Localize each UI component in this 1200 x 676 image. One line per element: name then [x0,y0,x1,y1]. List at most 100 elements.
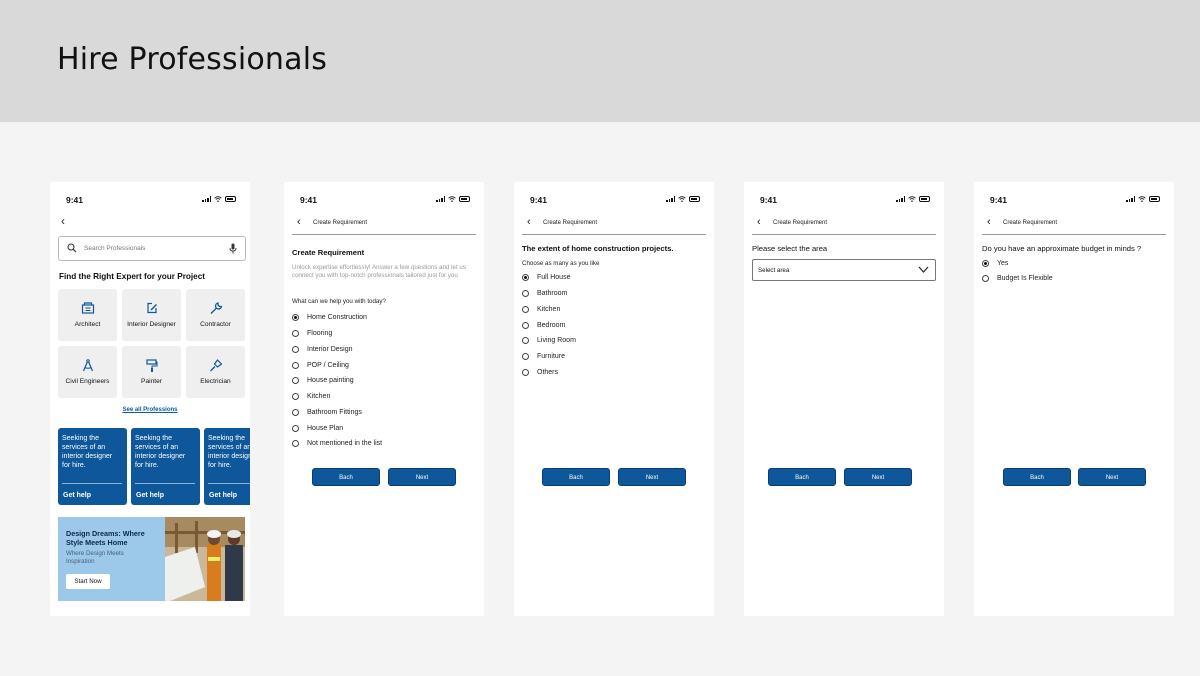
next-button[interactable]: Next [844,468,912,486]
select-value: Select area [758,267,790,274]
option-label: Bathroom [537,290,568,297]
microphone-icon[interactable] [229,243,237,254]
question-title: Please select the area [752,244,828,253]
nav-title: Create Requirement [1003,220,1058,226]
search-input[interactable]: Search Professionals [58,236,246,261]
form-description: Unlock expertise effortlessly! Answer a … [292,264,466,279]
radio[interactable] [522,290,529,297]
page-title: Hire Professionals [57,42,328,77]
option-label: Kitchen [307,393,331,400]
radio[interactable] [522,353,529,360]
nav-title: Create Requirement [543,220,598,226]
area-select[interactable]: Select area [752,259,936,281]
help-card-text: Seeking the services of an interior desi… [208,435,250,469]
status-bar: 9:41 [514,182,714,216]
option-label: House painting [307,377,354,384]
status-bar: 9:41 [284,182,484,216]
category-label: Interior Designer [127,321,176,328]
phone-create-requirement: 9:41 ‹ Create Requirement Create Require… [284,182,484,616]
status-time: 9:41 [66,195,84,205]
back-button[interactable]: Bach [768,468,836,486]
banner-title: Design Dreams: Where Style Meets Home [66,529,145,547]
divider [208,483,250,484]
category-civil-engineers[interactable]: Civil Engineers [58,346,117,398]
back-icon[interactable]: ‹ [527,216,531,228]
radio[interactable] [292,393,299,400]
question-title: Do you have an approximate budget in min… [982,244,1142,253]
radio[interactable] [522,369,529,376]
radio[interactable] [522,337,529,344]
wifi-icon [1138,196,1146,202]
nav-header: ‹ Create Requirement [982,215,1166,235]
option-label: Living Room [537,337,576,344]
option-label: Home Construction [307,314,367,321]
option-label: Yes [997,260,1009,267]
back-icon[interactable]: ‹ [61,215,65,227]
radio[interactable] [292,440,299,447]
nav-header: ‹ Create Requirement [292,215,476,235]
get-help-button[interactable]: Get help [136,492,164,499]
wifi-icon [448,196,456,202]
wrench-icon [210,302,222,314]
option-label: Budget Is Flexible [997,275,1053,282]
radio[interactable] [292,409,299,416]
radio-selected[interactable] [982,260,989,267]
battery-icon [459,196,470,202]
radio[interactable] [292,330,299,337]
next-button[interactable]: Next [388,468,456,486]
radio[interactable] [522,306,529,313]
screwdriver-icon [209,359,222,372]
start-now-button[interactable]: Start Now [66,574,110,589]
option-label: Not mentioned in the list [307,440,383,447]
category-label: Painter [141,378,162,385]
search-icon [67,243,77,253]
nav-title: Create Requirement [313,220,368,226]
category-interior-designer[interactable]: Interior Designer [122,289,181,341]
back-icon[interactable]: ‹ [757,216,761,228]
form-actions: Bach Next [974,468,1174,486]
signal-icon [896,196,905,202]
help-card[interactable]: Seeking the services of an interior desi… [204,428,250,505]
nav-title: Create Requirement [773,220,828,226]
back-button[interactable]: Bach [542,468,610,486]
phone-budget: 9:41 ‹ Create Requirement Do you have an… [974,182,1174,616]
status-bar: 9:41 [974,182,1174,216]
radio[interactable] [522,322,529,329]
wifi-icon [908,196,916,202]
see-all-professions-link[interactable]: See all Professions [50,407,250,413]
battery-icon [689,196,700,202]
category-contractor[interactable]: Contractor [186,289,245,341]
category-label: Architect [74,321,101,328]
workers-photo [165,517,245,601]
help-card[interactable]: Seeking the services of an interior desi… [58,428,127,505]
next-button[interactable]: Next [618,468,686,486]
back-button[interactable]: Bach [312,468,380,486]
get-help-button[interactable]: Get help [209,492,237,499]
back-icon[interactable]: ‹ [297,216,301,228]
radio[interactable] [292,377,299,384]
option-label: Kitchen [537,306,561,313]
radio[interactable] [982,275,989,282]
radio[interactable] [292,425,299,432]
search-placeholder: Search Professionals [84,245,146,252]
category-painter[interactable]: Painter [122,346,181,398]
get-help-button[interactable]: Get help [63,492,91,499]
category-architect[interactable]: Architect [58,289,117,341]
back-button[interactable]: Bach [1003,468,1071,486]
option-label: POP / Ceiling [307,362,349,369]
nav-header: ‹ Create Requirement [752,215,936,235]
radio[interactable] [292,346,299,353]
radio-selected[interactable] [292,314,299,321]
radio[interactable] [292,362,299,369]
status-bar: 9:41 [744,182,944,216]
help-card[interactable]: Seeking the services of an interior desi… [131,428,200,505]
option-label: Furniture [537,353,566,360]
phone-extent: 9:41 ‹ Create Requirement The extent of … [514,182,714,616]
building-icon [81,302,94,314]
next-button[interactable]: Next [1078,468,1146,486]
radio-selected[interactable] [522,274,529,281]
battery-icon [1149,196,1160,202]
category-electrician[interactable]: Electrician [186,346,245,398]
back-icon[interactable]: ‹ [987,216,991,228]
status-time: 9:41 [530,195,548,205]
